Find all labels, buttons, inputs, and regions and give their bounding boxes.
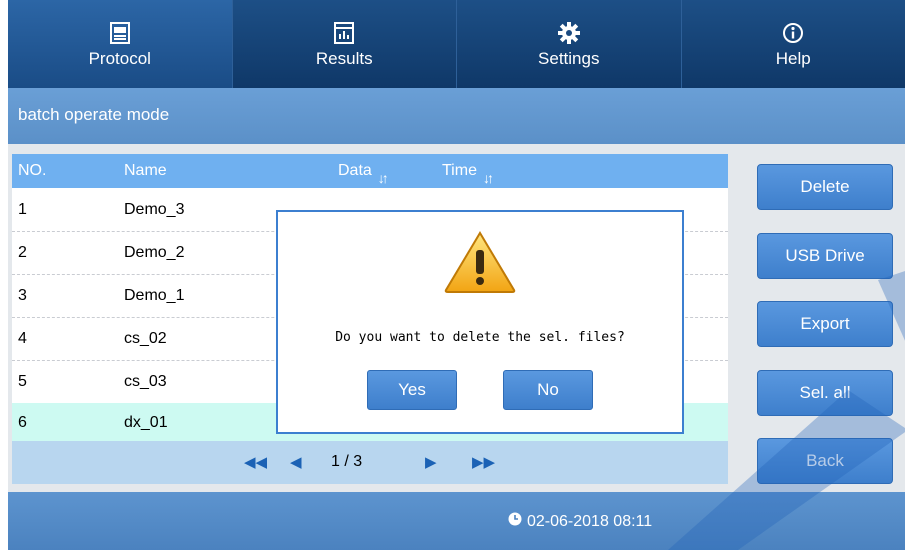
col-data-header[interactable]: Data ↓↑ xyxy=(338,162,389,186)
tab-help-label: Help xyxy=(775,48,811,68)
select-all-button[interactable]: Sel. all xyxy=(757,370,893,416)
col-no-header: NO. xyxy=(18,162,47,179)
clock-icon xyxy=(508,512,522,531)
dialog-message: Do you want to delete the sel. files? xyxy=(335,330,625,345)
last-page-icon[interactable]: ▶▶ xyxy=(472,453,495,471)
yes-button[interactable]: Yes xyxy=(367,370,457,410)
tab-results[interactable]: Results xyxy=(233,0,457,88)
row-name: cs_02 xyxy=(124,330,167,347)
col-time-header[interactable]: Time ↓↑ xyxy=(442,162,494,186)
col-name-header: Name xyxy=(124,162,167,179)
row-name: cs_03 xyxy=(124,373,167,390)
delete-button[interactable]: Delete xyxy=(757,164,893,210)
first-page-icon[interactable]: ◀◀ xyxy=(244,453,267,471)
status-bar: 02-06-2018 08:11 xyxy=(8,492,905,550)
datetime-text: 02-06-2018 08:11 xyxy=(527,512,653,530)
warning-icon xyxy=(444,230,516,299)
table-header: NO. Name Data ↓↑ Time ↓↑ xyxy=(12,154,728,188)
pager: ◀◀ ◀ 1 / 3 ▶ ▶▶ xyxy=(12,441,728,484)
row-name: Demo_2 xyxy=(124,244,185,261)
tab-protocol-label: Protocol xyxy=(88,48,151,68)
export-button[interactable]: Export xyxy=(757,301,893,347)
row-no: 3 xyxy=(18,287,27,304)
row-name: Demo_3 xyxy=(124,201,185,218)
col-time-label: Time xyxy=(442,162,477,179)
mode-bar: batch operate mode xyxy=(8,88,905,144)
tab-settings-label: Settings xyxy=(538,48,600,68)
row-no: 2 xyxy=(18,244,27,261)
row-no: 6 xyxy=(18,414,27,431)
row-no: 1 xyxy=(18,201,27,218)
tab-help[interactable]: Help xyxy=(682,0,905,88)
no-button[interactable]: No xyxy=(503,370,593,410)
row-name: dx_01 xyxy=(124,414,168,431)
tab-results-label: Results xyxy=(315,48,373,68)
protocol-icon xyxy=(109,20,130,46)
confirm-dialog: Do you want to delete the sel. files? Ye… xyxy=(276,210,684,434)
app-window: Protocol Results Settings Help batch ope… xyxy=(8,0,905,550)
mode-title: batch operate mode xyxy=(18,105,170,124)
usb-drive-button[interactable]: USB Drive xyxy=(757,233,893,279)
page-indicator: 1 / 3 xyxy=(331,453,363,470)
row-name: Demo_1 xyxy=(124,287,185,304)
row-no: 5 xyxy=(18,373,27,390)
clock: 02-06-2018 08:11 xyxy=(508,512,652,531)
next-page-icon[interactable]: ▶ xyxy=(425,453,437,471)
sort-icon: ↓↑ xyxy=(377,170,389,186)
row-no: 4 xyxy=(18,330,27,347)
tab-settings[interactable]: Settings xyxy=(457,0,682,88)
gear-icon xyxy=(557,20,580,46)
prev-page-icon[interactable]: ◀ xyxy=(290,453,302,471)
col-data-label: Data xyxy=(338,162,372,179)
top-nav: Protocol Results Settings Help xyxy=(8,0,905,88)
sort-icon: ↓↑ xyxy=(482,170,494,186)
back-button[interactable]: Back xyxy=(757,438,893,484)
results-icon xyxy=(334,20,355,46)
info-icon xyxy=(782,20,804,46)
tab-protocol[interactable]: Protocol xyxy=(8,0,233,88)
